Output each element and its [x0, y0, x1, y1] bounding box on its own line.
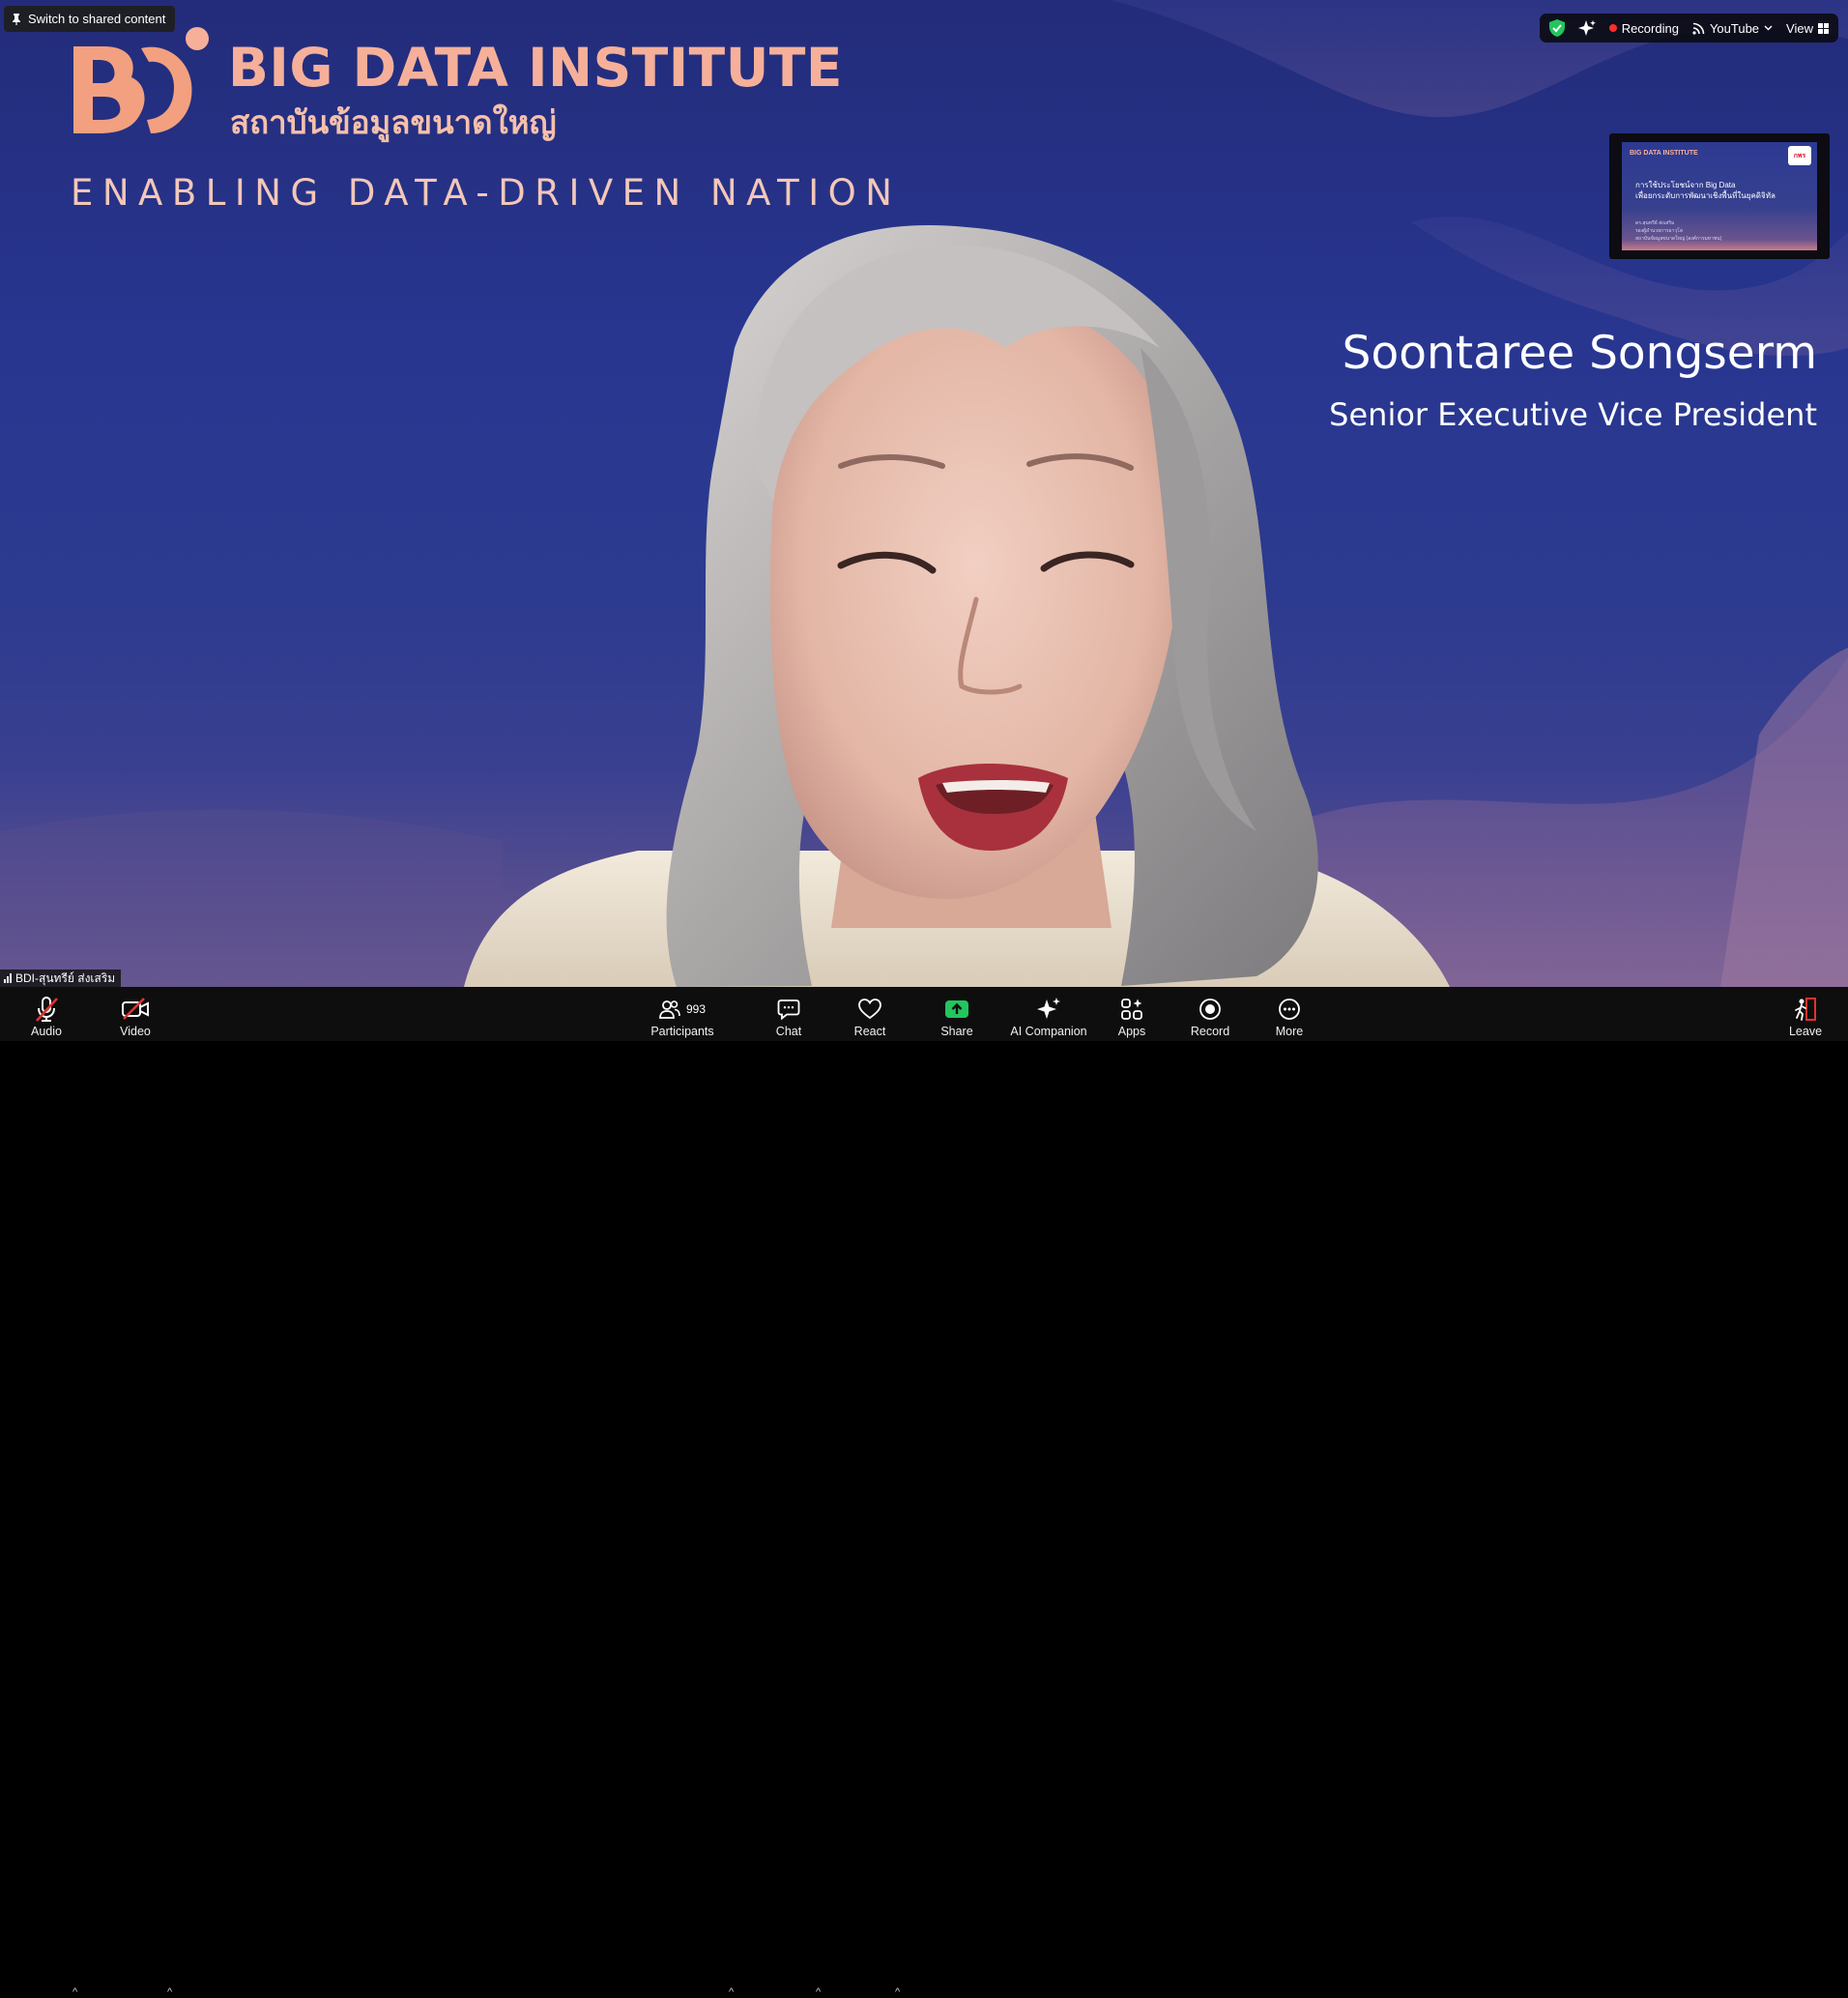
chevron-down-icon — [1764, 25, 1773, 31]
recording-label: Recording — [1621, 20, 1679, 36]
ai-companion-button[interactable]: AI Companion — [1010, 987, 1087, 1041]
video-stage: BIG DATA INSTITUTE สถาบันข้อมูลขนาดใหญ่ … — [0, 0, 1848, 987]
thumbnail-brand: BIG DATA INSTITUTE — [1630, 150, 1698, 157]
share-screen-icon — [945, 1000, 968, 1018]
stream-icon — [1692, 22, 1705, 35]
meeting-status-bar: Recording YouTube View — [1539, 14, 1838, 43]
participants-options-chevron-icon[interactable]: ^ — [729, 1986, 734, 1998]
microphone-muted-icon — [36, 997, 58, 1022]
video-button[interactable]: Video — [118, 987, 153, 1041]
thumbnail-sub-line2: รองผู้อำนวยการอาวุโส — [1635, 228, 1683, 234]
apps-label: Apps — [1117, 1025, 1146, 1038]
shared-content-thumbnail[interactable]: BIG DATA INSTITUTE กพร การใช้ประโยชน์จาก… — [1609, 133, 1830, 259]
react-label: React — [853, 1025, 886, 1038]
audio-options-chevron-icon[interactable]: ^ — [72, 1986, 77, 1998]
slide-preview: BIG DATA INSTITUTE กพร การใช้ประโยชน์จาก… — [1622, 142, 1817, 250]
signal-strength-icon — [4, 973, 12, 983]
participants-icon — [659, 1000, 680, 1019]
participants-label: Participants — [650, 1025, 714, 1038]
view-button[interactable]: View — [1786, 21, 1829, 36]
speaker-role: Senior Executive Vice President — [1329, 396, 1817, 433]
participant-count: 993 — [685, 1002, 707, 1016]
stream-label: YouTube — [1709, 20, 1760, 36]
speaker-name: Soontaree Songserm — [1342, 327, 1817, 380]
video-options-chevron-icon[interactable]: ^ — [167, 1986, 172, 1998]
leave-button[interactable]: Leave — [1788, 987, 1823, 1041]
speaker-video — [464, 225, 1450, 987]
participants-button[interactable]: 993 Participants — [650, 987, 715, 1041]
more-dots-icon — [1279, 999, 1300, 1020]
chat-icon — [777, 999, 800, 1021]
thumbnail-badge: กพร — [1788, 146, 1811, 165]
record-button[interactable]: Record — [1191, 987, 1229, 1041]
record-label: Record — [1190, 1025, 1230, 1038]
chat-label: Chat — [775, 1025, 802, 1038]
participant-name-label: BDI-สุนทรีย์ ส่งเสริม — [0, 970, 122, 987]
leave-door-icon — [1795, 998, 1816, 1021]
more-label: More — [1275, 1025, 1304, 1038]
recording-dot-icon — [1608, 24, 1617, 32]
thumbnail-sub-line1: ดร.สุนทรีย์ ส่งเสริม — [1635, 220, 1675, 226]
ai-sparkle-icon — [1037, 998, 1060, 1019]
view-label: View — [1786, 20, 1813, 36]
chat-button[interactable]: Chat — [771, 987, 806, 1041]
meeting-toolbar: Audio ^ Video ^ 993 Participants ^ Chat … — [0, 987, 1848, 1998]
thumbnail-title-line2: เพื่อยกระดับการพัฒนาเชิงพื้นที่ในยุคดิจิ… — [1635, 191, 1776, 200]
thumbnail-sub-line3: สถาบันข้อมูลขนาดใหญ่ (องค์การมหาชน) — [1635, 236, 1722, 242]
apps-grid-icon — [1121, 999, 1142, 1020]
security-shield-button[interactable] — [1548, 19, 1565, 37]
heart-react-icon — [858, 999, 881, 1020]
leave-label: Leave — [1788, 1025, 1823, 1038]
record-icon — [1199, 999, 1221, 1020]
more-button[interactable]: More — [1272, 987, 1307, 1041]
share-button[interactable]: Share — [939, 987, 974, 1041]
shield-check-icon — [1548, 19, 1565, 37]
ai-companion-label: AI Companion — [1010, 1025, 1087, 1038]
apps-button[interactable]: Apps — [1114, 987, 1149, 1041]
recording-indicator-button[interactable]: Recording — [1608, 20, 1679, 36]
video-label: Video — [120, 1025, 151, 1038]
participant-name: BDI-สุนทรีย์ ส่งเสริม — [15, 970, 116, 985]
share-label: Share — [940, 1025, 973, 1038]
react-button[interactable]: React — [852, 987, 887, 1041]
ai-summary-button[interactable] — [1577, 19, 1596, 37]
sparkle-icon — [1577, 20, 1596, 36]
audio-label: Audio — [31, 1025, 62, 1038]
livestream-youtube-button[interactable]: YouTube — [1692, 21, 1773, 36]
react-options-chevron-icon[interactable]: ^ — [895, 1986, 900, 1998]
grid-view-icon — [1818, 22, 1829, 34]
audio-button[interactable]: Audio — [29, 987, 64, 1041]
chat-options-chevron-icon[interactable]: ^ — [816, 1986, 821, 1998]
camera-off-icon — [122, 998, 149, 1020]
